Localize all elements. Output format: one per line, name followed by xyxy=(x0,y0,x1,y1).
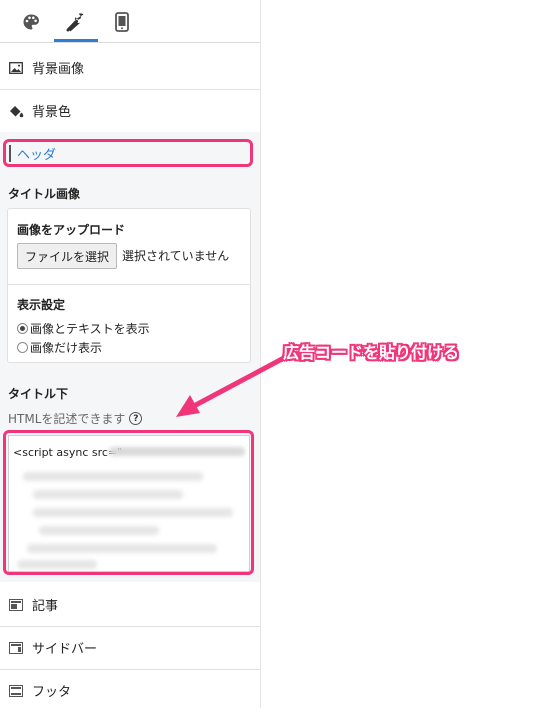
tab-design[interactable] xyxy=(9,4,53,40)
radio-label: 画像だけ表示 xyxy=(30,341,103,355)
menu-label: 記事 xyxy=(32,599,59,614)
hint-text: HTMLを記述できます xyxy=(8,412,126,426)
footer-layout-icon xyxy=(8,683,24,699)
settings-panel: 背景画像 背景色 ヘッダ タイトル画像 画像をアップロード ファイルを選択 選択… xyxy=(0,0,261,708)
below-title-heading: タイトル下 xyxy=(8,387,69,401)
tab-mobile[interactable] xyxy=(100,4,144,40)
radio-label: 画像とテキストを表示 xyxy=(30,322,150,336)
menu-footer[interactable]: フッタ xyxy=(0,669,260,712)
radio-image-only[interactable]: 画像だけ表示 xyxy=(17,339,102,356)
header-highlight xyxy=(3,139,253,167)
palette-icon xyxy=(23,14,39,30)
annotation-arrow-icon xyxy=(176,356,285,417)
annotation-text: 広告コードを貼り付ける xyxy=(283,343,460,362)
help-icon[interactable]: ? xyxy=(129,412,143,425)
menu-background-color[interactable]: 背景色 xyxy=(0,89,260,133)
radio-selected-icon xyxy=(17,323,28,334)
article-layout-icon xyxy=(8,597,24,613)
html-hint: HTMLを記述できます ? xyxy=(8,410,143,427)
upload-label: 画像をアップロード xyxy=(17,223,126,237)
radio-image-and-text[interactable]: 画像とテキストを表示 xyxy=(17,320,150,337)
menu-label: 背景色 xyxy=(32,105,72,120)
radio-unselected-icon xyxy=(17,342,28,353)
image-icon xyxy=(8,60,24,76)
mobile-icon xyxy=(115,12,129,32)
title-image-heading: タイトル画像 xyxy=(8,187,81,201)
paint-bucket-icon xyxy=(8,103,24,119)
file-status: 選択されていません xyxy=(122,249,230,263)
menu-label: フッタ xyxy=(32,685,72,700)
textarea-highlight xyxy=(3,430,254,575)
menu-article[interactable]: 記事 xyxy=(0,583,260,627)
choose-file-button[interactable]: ファイルを選択 xyxy=(17,243,117,269)
display-setting-label: 表示設定 xyxy=(17,298,66,312)
sidebar-layout-icon xyxy=(8,640,24,656)
tab-settings[interactable] xyxy=(54,4,98,42)
tab-bar xyxy=(0,0,260,43)
divider xyxy=(8,284,250,285)
title-image-card: 画像をアップロード ファイルを選択 選択されていません 表示設定 画像とテキスト… xyxy=(7,208,251,363)
menu-label: サイドバー xyxy=(32,642,98,657)
menu-background-image[interactable]: 背景画像 xyxy=(0,46,260,90)
menu-label: 背景画像 xyxy=(32,62,85,77)
wrench-icon xyxy=(66,13,84,32)
menu-sidebar[interactable]: サイドバー xyxy=(0,626,260,670)
